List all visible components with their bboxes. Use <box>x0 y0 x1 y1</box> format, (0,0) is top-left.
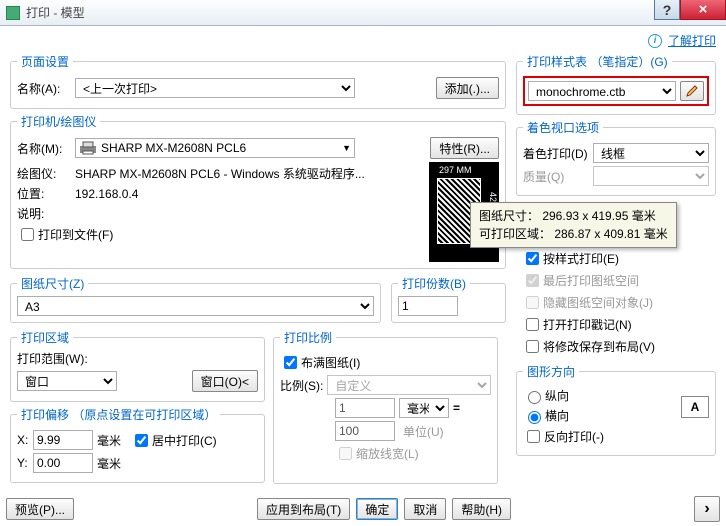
papersize-select[interactable]: A3 <box>17 296 374 316</box>
preview-button[interactable]: 预览(P)... <box>6 498 74 520</box>
help-button[interactable]: ? <box>654 0 680 20</box>
properties-button[interactable]: 特性(R)... <box>430 137 499 159</box>
print-to-file-checkbox[interactable] <box>21 228 34 241</box>
fit-label: 布满图纸(I) <box>301 354 360 371</box>
plot-area-legend: 打印区域 <box>17 329 73 346</box>
ratio-select[interactable]: 自定义 <box>327 375 491 395</box>
center-label: 居中打印(C) <box>152 432 217 449</box>
reverse-checkbox[interactable] <box>527 430 540 443</box>
plotter-label: 绘图仪: <box>17 165 75 182</box>
edit-style-button[interactable] <box>680 81 704 101</box>
orientation-icon: A <box>681 396 709 418</box>
quality-select[interactable] <box>593 166 709 186</box>
cancel-button[interactable]: 取消 <box>404 498 446 520</box>
plot-stamp-checkbox[interactable] <box>526 318 539 331</box>
chevron-down-icon: ▼ <box>342 143 351 153</box>
app-icon <box>6 6 20 20</box>
copies-group: 打印份数(B) <box>391 275 506 323</box>
x-label: X: <box>17 433 33 447</box>
pagesetup-name-select[interactable]: <上一次打印> <box>75 78 355 98</box>
copies-legend: 打印份数(B) <box>398 275 470 292</box>
portrait-radio[interactable] <box>528 391 541 404</box>
papersize-group: 图纸尺寸(Z) A3 <box>10 275 381 323</box>
unit-select[interactable]: 毫米 <box>399 398 449 418</box>
help-button-foot[interactable]: 帮助(H) <box>452 498 511 520</box>
copies-input[interactable] <box>398 296 458 316</box>
window-title: 打印 - 模型 <box>26 4 85 21</box>
x-unit: 毫米 <box>97 432 121 449</box>
pagesetup-name-label: 名称(A): <box>17 80 75 97</box>
page-setup-legend: 页面设置 <box>17 53 73 70</box>
hide-objects-checkbox[interactable] <box>526 296 539 309</box>
papersize-legend: 图纸尺寸(Z) <box>17 275 88 292</box>
paperspace-last-checkbox[interactable] <box>526 274 539 287</box>
scale-group: 打印比例 布满图纸(I) 比例(S): 自定义 毫米 = <box>273 329 498 484</box>
scale-legend: 打印比例 <box>280 329 336 346</box>
scale-lw-label: 缩放线宽(L) <box>356 445 419 462</box>
printer-name-select[interactable]: SHARP MX-M2608N PCL6 ▼ <box>75 138 355 158</box>
shade-print-select[interactable]: 线框 <box>593 143 709 163</box>
landscape-radio[interactable] <box>528 411 541 424</box>
learn-print-link[interactable]: 了解打印 <box>668 32 716 49</box>
expand-button[interactable]: › <box>694 496 720 522</box>
plot-range-select[interactable]: 窗口 <box>17 371 117 391</box>
scale-mm-input[interactable] <box>335 398 395 418</box>
info-icon: i <box>648 34 662 48</box>
orientation-legend: 图形方向 <box>523 363 579 380</box>
save-layout-checkbox[interactable] <box>526 340 539 353</box>
printer-icon <box>79 141 97 155</box>
scale-unit-input[interactable] <box>335 421 395 441</box>
location-value: 192.168.0.4 <box>75 187 138 201</box>
paper-tooltip: 图纸尺寸： 296.93 x 419.95 毫米 可打印区域： 286.87 x… <box>470 202 677 248</box>
plotstyle-checkbox[interactable] <box>526 252 539 265</box>
center-checkbox[interactable] <box>135 434 148 447</box>
location-label: 位置: <box>17 185 75 202</box>
shade-group: 着色视口选项 着色打印(D)线框 质量(Q) <box>516 119 716 196</box>
scale-lw-checkbox[interactable] <box>339 447 352 460</box>
plot-style-select[interactable]: monochrome.ctb <box>528 81 676 101</box>
printer-name-label: 名称(M): <box>17 140 75 157</box>
printer-legend: 打印机/绘图仪 <box>17 113 100 130</box>
printer-group: 打印机/绘图仪 名称(M): SHARP MX-M2608N PCL6 ▼ 特性… <box>10 113 506 269</box>
shade-print-label: 着色打印(D) <box>523 145 593 162</box>
plot-range-label: 打印范围(W): <box>17 350 258 367</box>
fit-checkbox[interactable] <box>284 356 297 369</box>
titlebar: 打印 - 模型 ? × <box>0 0 726 26</box>
y-unit: 毫米 <box>97 455 121 472</box>
plot-style-legend: 打印样式表 （笔指定）(G) <box>523 53 672 70</box>
quality-label: 质量(Q) <box>523 168 593 185</box>
apply-layout-button[interactable]: 应用到布局(T) <box>257 498 350 520</box>
shade-legend: 着色视口选项 <box>523 119 603 136</box>
print-to-file-label: 打印到文件(F) <box>38 226 113 243</box>
add-button[interactable]: 添加(.)... <box>436 77 499 99</box>
plot-area-group: 打印区域 打印范围(W): 窗口 窗口(O)< <box>10 329 265 402</box>
window-button[interactable]: 窗口(O)< <box>192 370 258 392</box>
x-input[interactable] <box>33 430 93 450</box>
orientation-group: 图形方向 纵向 横向 反向打印(-) A <box>516 363 716 456</box>
unit-label: 单位(U) <box>403 423 444 440</box>
page-setup-group: 页面设置 名称(A): <上一次打印> 添加(.)... <box>10 53 506 109</box>
offset-group: 打印偏移 （原点设置在可打印区域） X: 毫米 居中打印(C) Y: 毫米 <box>10 406 265 483</box>
pencil-icon <box>685 84 699 98</box>
plot-style-group: 打印样式表 （笔指定）(G) monochrome.ctb <box>516 53 716 115</box>
ratio-label: 比例(S): <box>280 377 323 394</box>
ok-button[interactable]: 确定 <box>356 498 398 520</box>
y-input[interactable] <box>33 453 93 473</box>
plotter-value: SHARP MX-M2608N PCL6 - Windows 系统驱动程序... <box>75 165 365 182</box>
y-label: Y: <box>17 456 33 470</box>
description-label: 说明: <box>17 205 75 222</box>
offset-legend: 打印偏移 （原点设置在可打印区域） <box>17 406 220 423</box>
close-button[interactable]: × <box>680 0 726 20</box>
